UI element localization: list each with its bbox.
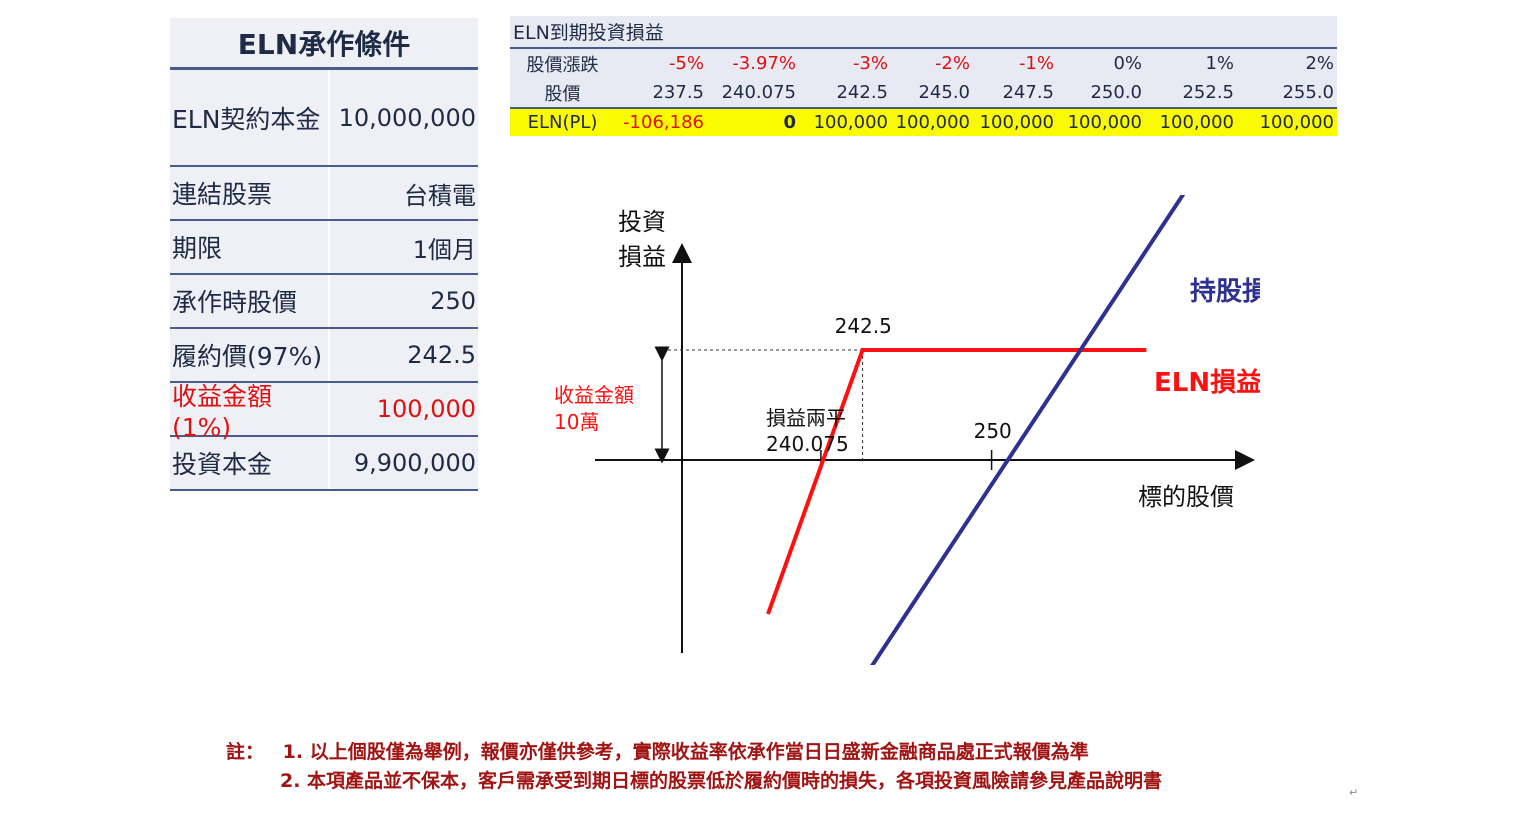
chart-labels: 投資損益標的股價 242.5 250 損益兩平240.075 收益金額 10萬 ELN損益 持… bbox=[554, 208, 1260, 511]
terms-label: 連結股票 bbox=[170, 167, 330, 219]
y-axis-label: 損益 bbox=[618, 243, 666, 271]
payoff-cell: 1% bbox=[1205, 53, 1234, 74]
terms-label: 收益金額(1%) bbox=[170, 382, 330, 442]
payoff-title: ELN到期投資損益 bbox=[510, 16, 1337, 49]
payoff-row-pl: ELN(PL) -106,186 0 100,000 100,000 100,000 10… bbox=[510, 107, 1337, 136]
payoff-cell: 100,000 bbox=[979, 112, 1054, 133]
eln-payoff-table: ELN到期投資損益 股價漲跌 -5% -3.97% -3% -2% -1% 0% 1% 2% … bbox=[510, 16, 1337, 136]
payoff-cell: 252.5 bbox=[1182, 82, 1234, 103]
income-label: 收益金額 bbox=[554, 383, 634, 407]
payoff-cell: 100,000 bbox=[1067, 112, 1142, 133]
eln-terms-table: ELN承作條件 ELN契約本金 10,000,000 連結股票 台積電 期限 1… bbox=[170, 18, 478, 491]
terms-row: 履約價(97%) 242.5 bbox=[170, 329, 478, 383]
terms-label: ELN契約本金 bbox=[170, 70, 330, 165]
breakeven-value: 240.075 bbox=[766, 432, 849, 456]
y-axis-label: 投資 bbox=[618, 208, 666, 236]
paragraph-mark-icon: ↵ bbox=[1349, 786, 1359, 799]
footnote-line-1: 註： 1. 以上個股僅為舉例，報價亦僅供參考，實際收益率依承作當日日盛新金融商品… bbox=[226, 738, 1162, 767]
payoff-cell: 2% bbox=[1305, 53, 1334, 74]
footnote-prefix: 註： bbox=[226, 741, 265, 763]
payoff-cell: 0% bbox=[1113, 53, 1142, 74]
terms-title: ELN承作條件 bbox=[170, 18, 478, 70]
terms-row: 投資本金 9,900,000 bbox=[170, 437, 478, 491]
payoff-row-label: 股價 bbox=[544, 83, 581, 105]
payoff-cell: 245.0 bbox=[918, 82, 970, 103]
terms-row: 承作時股價 250 bbox=[170, 275, 478, 329]
payoff-cell: 0 bbox=[783, 112, 796, 133]
terms-value: 242.5 bbox=[407, 341, 476, 369]
eln-pl-line bbox=[766, 348, 1147, 615]
terms-row: 期限 1個月 bbox=[170, 221, 478, 275]
terms-value: 台積電 bbox=[404, 181, 476, 210]
strike-label: 242.5 bbox=[835, 314, 892, 338]
payoff-cell: 242.5 bbox=[836, 82, 888, 103]
terms-value: 250 bbox=[430, 287, 476, 315]
breakeven-label: 損益兩平 bbox=[766, 406, 846, 430]
footnotes: 註： 1. 以上個股僅為舉例，報價亦僅供參考，實際收益率依承作當日日盛新金融商品… bbox=[226, 738, 1162, 796]
payoff-row-change: 股價漲跌 -5% -3.97% -3% -2% -1% 0% 1% 2% bbox=[510, 49, 1337, 78]
footnote-text: 1. 以上個股僅為舉例，報價亦僅供參考，實際收益率依承作當日日盛新金融商品處正式… bbox=[282, 741, 1089, 763]
stock-pl-line bbox=[870, 195, 1186, 665]
terms-value: 100,000 bbox=[376, 395, 476, 423]
footnote-line-2: 2. 本項產品並不保本，客戶需承受到期日標的股票低於履約價時的損失，各項投資風險… bbox=[280, 770, 1163, 792]
payoff-cell: -3.97% bbox=[732, 53, 796, 74]
payoff-cell: 100,000 bbox=[895, 112, 970, 133]
terms-label: 期限 bbox=[170, 221, 330, 273]
stock-pl-legend: 持股損益 bbox=[1190, 277, 1260, 307]
payoff-cell: -2% bbox=[934, 53, 970, 74]
terms-row: 連結股票 台積電 bbox=[170, 167, 478, 221]
terms-value: 1個月 bbox=[412, 235, 476, 264]
terms-row: 收益金額(1%) 100,000 bbox=[170, 382, 478, 442]
payoff-cell: 100,000 bbox=[1159, 112, 1234, 133]
terms-label: 投資本金 bbox=[170, 437, 330, 489]
payoff-chart: 投資損益標的股價 242.5 250 損益兩平240.075 收益金額 10萬 ELN損益 持… bbox=[554, 195, 1260, 665]
payoff-cell: 255.0 bbox=[1282, 82, 1334, 103]
payoff-cell: -1% bbox=[1018, 53, 1054, 74]
terms-value: 10,000,000 bbox=[338, 103, 476, 132]
income-value: 10萬 bbox=[554, 410, 599, 434]
terms-label: 承作時股價 bbox=[170, 275, 330, 327]
spot-label: 250 bbox=[974, 419, 1012, 443]
payoff-cell: -5% bbox=[668, 53, 704, 74]
payoff-row-label: ELN(PL) bbox=[527, 112, 598, 133]
terms-row: ELN契約本金 10,000,000 bbox=[170, 70, 478, 167]
eln-pl-legend: ELN損益 bbox=[1154, 368, 1260, 398]
payoff-cell: 100,000 bbox=[1259, 112, 1334, 133]
terms-value: 9,900,000 bbox=[353, 449, 476, 477]
payoff-row-label: 股價漲跌 bbox=[526, 54, 599, 76]
x-axis-label: 標的股價 bbox=[1138, 483, 1234, 511]
terms-label: 履約價(97%) bbox=[170, 329, 330, 381]
payoff-cell: 100,000 bbox=[813, 112, 888, 133]
payoff-cell: 250.0 bbox=[1090, 82, 1142, 103]
payoff-cell: 237.5 bbox=[652, 82, 704, 103]
payoff-cell: 240.075 bbox=[721, 82, 796, 103]
payoff-cell: -3% bbox=[852, 53, 888, 74]
payoff-cell: 247.5 bbox=[1002, 82, 1054, 103]
payoff-row-price: 股價 237.5 240.075 242.5 245.0 247.5 250.0 252.5… bbox=[510, 78, 1337, 107]
payoff-cell: -106,186 bbox=[623, 112, 704, 133]
